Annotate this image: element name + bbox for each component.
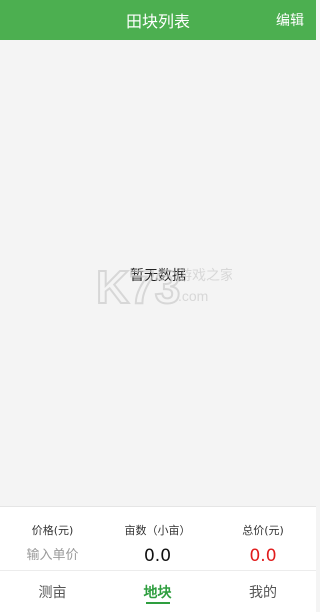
- tab-mine[interactable]: 我的: [210, 571, 316, 612]
- price-label: 价格(元): [31, 524, 74, 537]
- unit-price-input[interactable]: [7, 548, 98, 563]
- total-price-value: 0.0: [249, 546, 277, 566]
- field-list-area: 暂无数据: [0, 40, 316, 506]
- price-column: 价格(元): [0, 507, 105, 571]
- edit-button[interactable]: 编辑: [276, 10, 304, 30]
- area-value: 0.0: [143, 546, 172, 566]
- area-column: 亩数（小亩） 0.0: [105, 507, 210, 571]
- active-tab-indicator: [146, 602, 170, 604]
- bottom-tab-bar: 测亩 地块 我的: [0, 570, 316, 612]
- total-column: 总价(元) 0.0: [210, 507, 316, 571]
- top-bar: 田块列表 编辑: [0, 0, 316, 40]
- total-price-label: 总价(元): [242, 524, 284, 537]
- tab-fields[interactable]: 地块: [105, 571, 210, 612]
- area-label: 亩数（小亩）: [124, 524, 191, 537]
- empty-state-text: 暂无数据: [130, 268, 186, 284]
- page-title: 田块列表: [125, 12, 190, 31]
- summary-panel: 价格(元) 亩数（小亩） 0.0 总价(元) 0.0: [0, 506, 316, 570]
- tab-measure[interactable]: 测亩: [0, 571, 105, 612]
